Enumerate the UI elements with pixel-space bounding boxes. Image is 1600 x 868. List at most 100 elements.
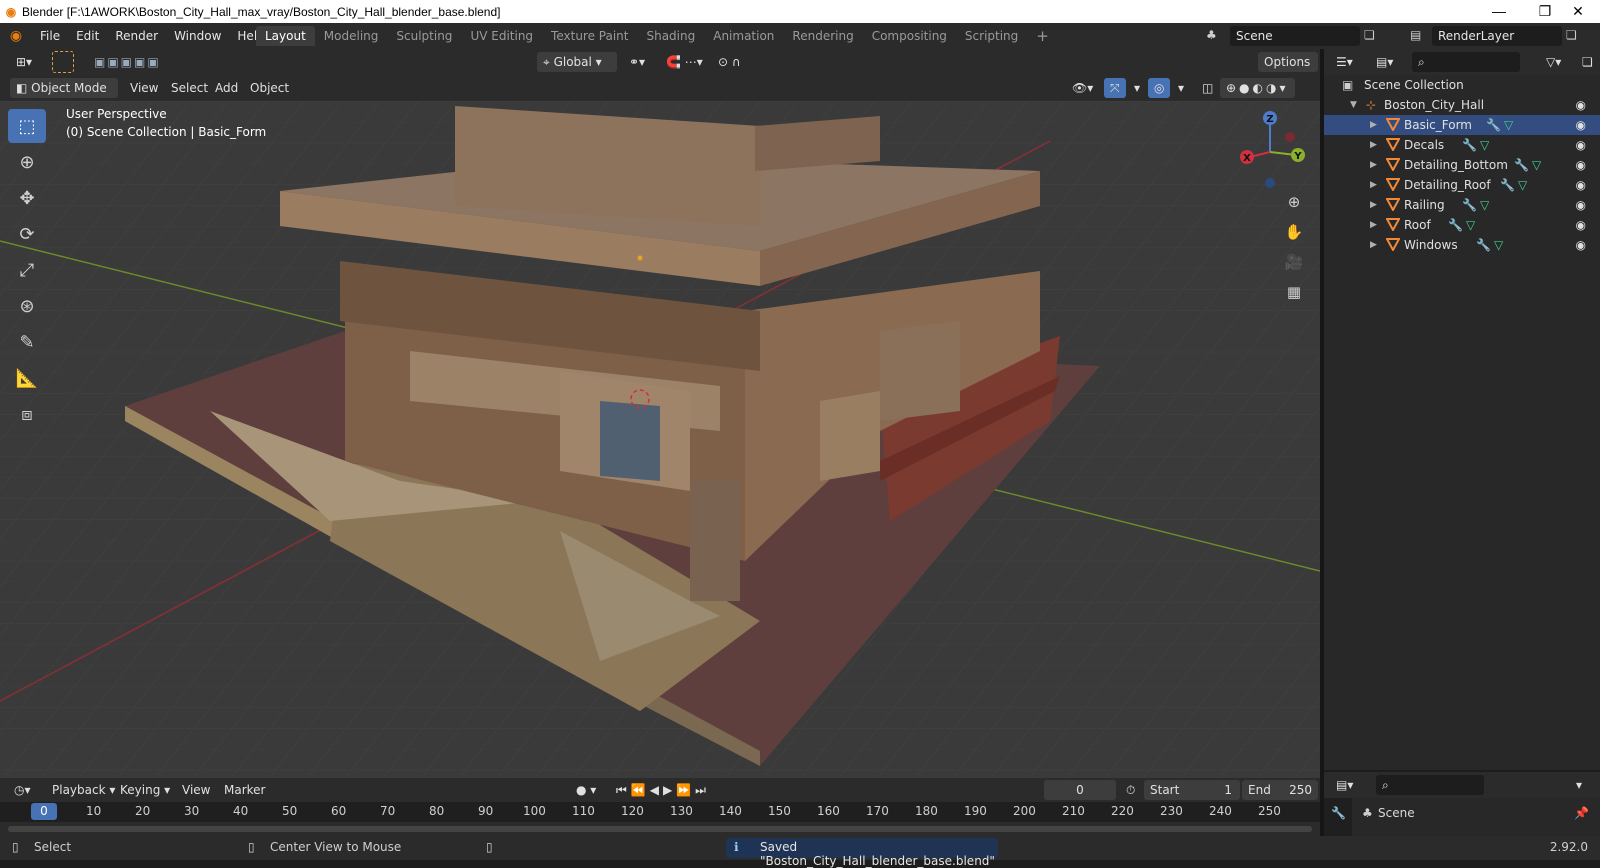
pan-hand-icon[interactable]: ✋	[1281, 219, 1307, 245]
transform-orientation-dropdown[interactable]: ⌖ Global ▾	[537, 52, 617, 72]
tab-sculpting[interactable]: Sculpting	[387, 26, 461, 46]
pin-icon[interactable]: 📌	[1574, 806, 1589, 820]
move-tool[interactable]: ✥	[8, 181, 46, 215]
menu-render[interactable]: Render	[107, 23, 166, 49]
modifier-wrench-icon[interactable]: 🔧	[1486, 115, 1501, 135]
render-layer-selector[interactable]: RenderLayer	[1432, 26, 1562, 46]
transform-tool[interactable]: ⊛	[8, 289, 46, 323]
outliner-object-row[interactable]: ▶ Decals 🔧 ▽ ◉	[1324, 135, 1600, 155]
outliner-object-row[interactable]: ▶ Detailing_Bottom 🔧 ▽ ◉	[1324, 155, 1600, 175]
eye-icon[interactable]: ◉	[1576, 235, 1586, 255]
add-workspace-button[interactable]: +	[1027, 26, 1058, 46]
select-box-tool[interactable]: ⬚	[8, 109, 46, 143]
modifier-wrench-icon[interactable]: 🔧	[1462, 135, 1477, 155]
overlay-toggle-icon[interactable]: ◎	[1148, 78, 1171, 98]
menu-playback[interactable]: Playback ▾	[46, 780, 121, 800]
modifier-wrench-icon[interactable]: 🔧	[1448, 215, 1463, 235]
menu-object[interactable]: Object	[244, 78, 295, 98]
eye-icon[interactable]: ◉	[1576, 135, 1586, 155]
gizmo-dropdown-icon[interactable]: ▾	[1128, 78, 1146, 98]
properties-search-input[interactable]: ⌕	[1376, 775, 1484, 795]
mesh-data-icon[interactable]: ▽	[1466, 215, 1475, 235]
eye-icon[interactable]: ◉	[1576, 95, 1586, 115]
menu-edit[interactable]: Edit	[68, 23, 107, 49]
mesh-data-icon[interactable]: ▽	[1494, 235, 1503, 255]
modifier-wrench-icon[interactable]: 🔧	[1514, 155, 1529, 175]
clock-icon[interactable]: ⏱	[1120, 780, 1141, 800]
collapse-triangle-icon[interactable]: ▼	[1350, 95, 1357, 115]
rotate-tool[interactable]: ⟳	[8, 217, 46, 251]
modifier-wrench-icon[interactable]: 🔧	[1500, 175, 1515, 195]
expand-triangle-icon[interactable]: ▶	[1370, 175, 1377, 195]
current-frame-input[interactable]: 0	[1044, 780, 1116, 800]
scale-tool[interactable]: ⤢	[8, 253, 46, 287]
display-mode-icon[interactable]: ▤▾	[1370, 52, 1399, 72]
xray-toggle-icon[interactable]: ◫	[1196, 78, 1219, 98]
expand-triangle-icon[interactable]: ▶	[1370, 215, 1377, 235]
mesh-data-icon[interactable]: ▽	[1480, 135, 1489, 155]
close-button[interactable]: ✕	[1556, 0, 1600, 23]
filter-icon[interactable]: ▽▾	[1540, 52, 1567, 72]
outliner-object-row[interactable]: ▶ Detailing_Roof 🔧 ▽ ◉	[1324, 175, 1600, 195]
tab-scripting[interactable]: Scripting	[956, 26, 1027, 46]
eye-icon[interactable]: ◉	[1576, 155, 1586, 175]
menu-timeline-view[interactable]: View	[176, 780, 216, 800]
outliner-scene-collection[interactable]: ▣ Scene Collection	[1324, 75, 1600, 95]
expand-triangle-icon[interactable]: ▶	[1370, 195, 1377, 215]
properties-options-icon[interactable]: ▾	[1570, 775, 1588, 795]
end-frame-input[interactable]: End 250	[1242, 780, 1318, 800]
timeline-scrollbar[interactable]	[8, 826, 1312, 832]
mesh-data-icon[interactable]: ▽	[1518, 175, 1527, 195]
frame-ruler[interactable]: 0 10 20 30 40 50 60 70 80 90 100 110 120…	[0, 802, 1320, 822]
new-layer-icon[interactable]: ❏	[1566, 28, 1577, 42]
mesh-data-icon[interactable]: ▽	[1504, 115, 1513, 135]
mesh-data-icon[interactable]: ▽	[1532, 155, 1541, 175]
playback-controls-icons[interactable]: ⏮⏪◀▶⏩⏭	[610, 780, 716, 800]
tab-texture-paint[interactable]: Texture Paint	[542, 26, 637, 46]
properties-editor-icon[interactable]: ▤▾	[1330, 775, 1359, 795]
visibility-icon[interactable]: 👁▾	[1066, 78, 1099, 98]
new-scene-icon[interactable]: ❏	[1364, 28, 1375, 42]
3d-viewport[interactable]: User Perspective (0) Scene Collection | …	[0, 101, 1320, 778]
selection-mode-icons[interactable]: ▣▣▣▣▣	[88, 52, 167, 72]
expand-triangle-icon[interactable]: ▶	[1370, 235, 1377, 255]
cursor-tool[interactable]: ⊕	[8, 145, 46, 179]
tab-animation[interactable]: Animation	[704, 26, 783, 46]
navigation-gizmo[interactable]: Z Y X	[1230, 107, 1310, 197]
shading-mode-icons[interactable]: ⊕●◐◑▾	[1220, 78, 1295, 98]
modifier-wrench-icon[interactable]: 🔧	[1462, 195, 1477, 215]
outliner-collection-row[interactable]: ▼ ⊹ Boston_City_Hall ◉	[1324, 95, 1600, 115]
tab-uv-editing[interactable]: UV Editing	[461, 26, 542, 46]
menu-file[interactable]: File	[32, 23, 68, 49]
annotate-tool[interactable]: ✎	[8, 325, 46, 359]
current-frame-indicator[interactable]: 0	[31, 803, 57, 820]
tab-layout[interactable]: Layout	[256, 26, 315, 46]
outliner-search-input[interactable]: ⌕	[1412, 52, 1520, 72]
new-collection-icon[interactable]: ❏	[1576, 52, 1599, 72]
measure-tool[interactable]: 📐	[8, 361, 46, 395]
menu-keying[interactable]: Keying ▾	[114, 780, 176, 800]
select-box-tool-icon[interactable]	[52, 51, 74, 73]
add-cube-tool[interactable]: ⧈	[8, 397, 46, 431]
gizmo-toggle-icon[interactable]: ⤧	[1104, 78, 1126, 98]
start-frame-input[interactable]: Start 1	[1144, 780, 1240, 800]
minimize-button[interactable]: —	[1476, 0, 1522, 23]
object-mode-dropdown[interactable]: ◧ Object Mode ▾	[10, 78, 118, 115]
eye-icon[interactable]: ◉	[1576, 175, 1586, 195]
tab-modeling[interactable]: Modeling	[315, 26, 388, 46]
expand-triangle-icon[interactable]: ▶	[1370, 155, 1377, 175]
editor-type-icon[interactable]: ⊞▾	[10, 52, 38, 72]
eye-icon[interactable]: ◉	[1576, 195, 1586, 215]
zoom-icon[interactable]: ⊕	[1281, 189, 1307, 215]
outliner-object-row[interactable]: ▶ Roof 🔧 ▽ ◉	[1324, 215, 1600, 235]
expand-triangle-icon[interactable]: ▶	[1370, 115, 1377, 135]
outliner-object-row[interactable]: ▶ Windows 🔧 ▽ ◉	[1324, 235, 1600, 255]
perspective-grid-icon[interactable]: ▦	[1281, 279, 1307, 305]
mesh-data-icon[interactable]: ▽	[1480, 195, 1489, 215]
pivot-icon[interactable]: ⚭▾	[623, 52, 651, 72]
proportional-edit-icon[interactable]: ⊙ ∩	[712, 52, 747, 72]
modifier-wrench-icon[interactable]: 🔧	[1476, 235, 1491, 255]
tool-tab-icon[interactable]: 🔧	[1331, 806, 1346, 820]
eye-icon[interactable]: ◉	[1576, 215, 1586, 235]
options-dropdown[interactable]: Options ▾	[1258, 52, 1318, 89]
